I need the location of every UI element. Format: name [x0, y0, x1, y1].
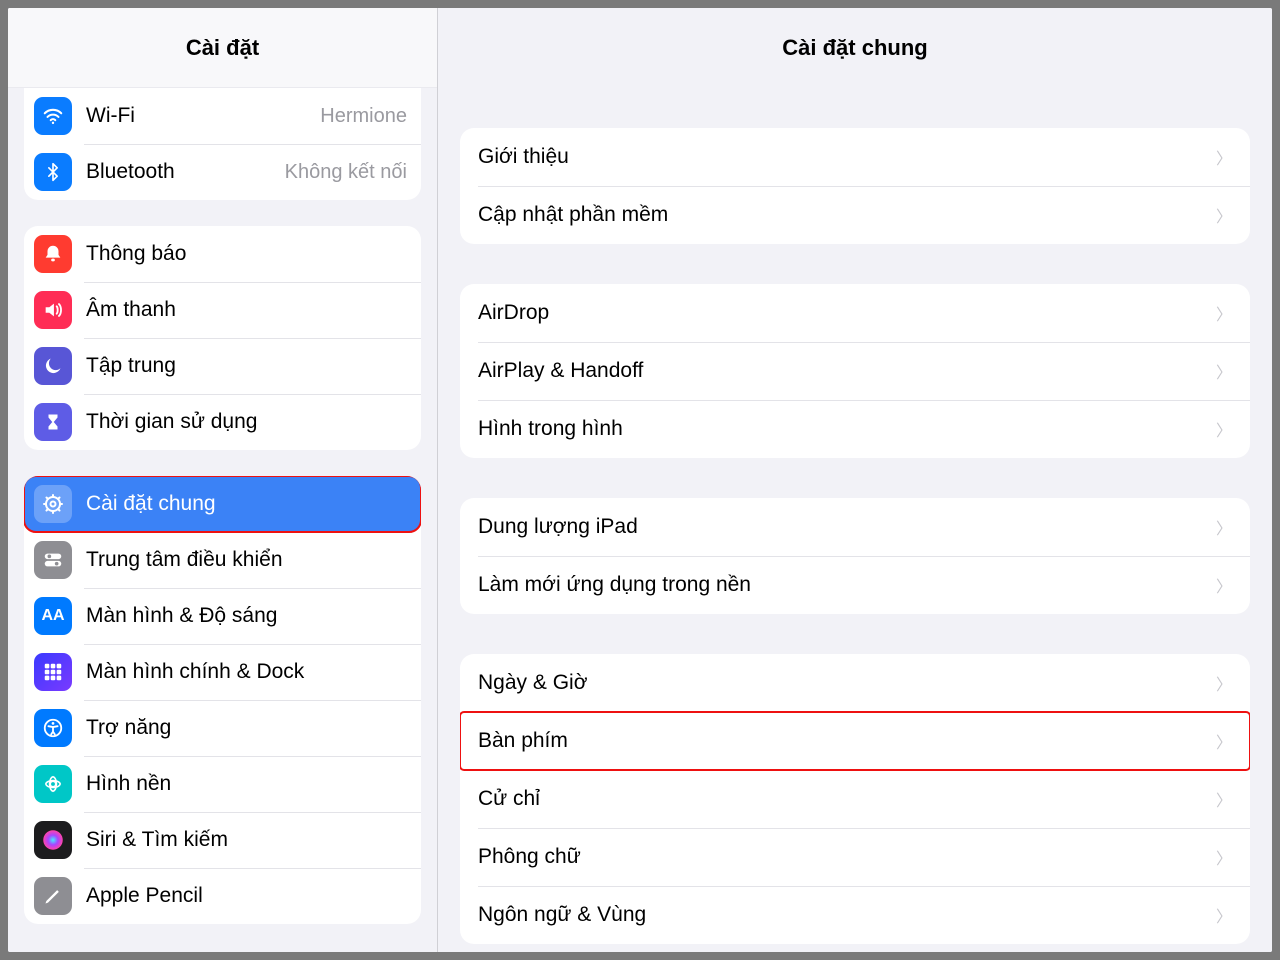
pencil-icon	[34, 877, 72, 915]
sidebar-item-siri[interactable]: Siri & Tìm kiếm	[24, 812, 421, 868]
sidebar-item-homescreen[interactable]: Màn hình chính & Dock	[24, 644, 421, 700]
chevron-right-icon: 〉	[1216, 729, 1232, 753]
detail-row-label: Hình trong hình	[478, 417, 1216, 441]
detail-row-label: Cử chỉ	[478, 787, 1216, 811]
detail-row-label: AirPlay & Handoff	[478, 359, 1216, 383]
detail-row-about[interactable]: Giới thiệu 〉	[460, 128, 1250, 186]
sidebar-item-label: Trung tâm điều khiển	[86, 548, 407, 572]
detail-row-label: Cập nhật phần mềm	[478, 203, 1216, 227]
detail-header: Cài đặt chung	[438, 8, 1272, 88]
sidebar-item-label: Bluetooth	[86, 160, 285, 184]
aa-icon: AA	[34, 597, 72, 635]
sidebar-title: Cài đặt	[186, 35, 259, 61]
sidebar-scroll[interactable]: Wi-Fi Hermione Bluetooth Không kết nối	[8, 88, 437, 952]
settings-sidebar: Cài đặt Wi-Fi Hermione Bluetooth Không	[8, 8, 438, 952]
sidebar-item-label: Thông báo	[86, 242, 407, 266]
sidebar-item-label: Màn hình chính & Dock	[86, 660, 407, 684]
sidebar-item-sounds[interactable]: Âm thanh	[24, 282, 421, 338]
sidebar-item-wifi[interactable]: Wi-Fi Hermione	[24, 88, 421, 144]
gear-icon	[34, 485, 72, 523]
sidebar-item-bluetooth[interactable]: Bluetooth Không kết nối	[24, 144, 421, 200]
sidebar-item-value: Không kết nối	[285, 161, 407, 184]
sidebar-item-label: Màn hình & Độ sáng	[86, 604, 407, 628]
chevron-right-icon: 〉	[1216, 903, 1232, 927]
detail-group-datetime: Ngày & Giờ 〉 Bàn phím 〉 Cử chỉ 〉 Phông c…	[460, 654, 1250, 944]
detail-row-keyboard[interactable]: Bàn phím 〉	[460, 712, 1250, 770]
sidebar-group-general: Cài đặt chung Trung tâm điều khiển AA Mà…	[24, 476, 421, 924]
sidebar-item-label: Trợ năng	[86, 716, 407, 740]
sidebar-item-label: Thời gian sử dụng	[86, 410, 407, 434]
detail-scroll[interactable]: Giới thiệu 〉 Cập nhật phần mềm 〉 AirDrop…	[438, 88, 1272, 952]
detail-group-about: Giới thiệu 〉 Cập nhật phần mềm 〉	[460, 128, 1250, 244]
chevron-right-icon: 〉	[1216, 203, 1232, 227]
detail-row-label: Ngày & Giờ	[478, 671, 1216, 695]
chevron-right-icon: 〉	[1216, 573, 1232, 597]
sidebar-item-label: Âm thanh	[86, 298, 407, 322]
sidebar-group-alerts: Thông báo Âm thanh Tập trung	[24, 226, 421, 450]
chevron-right-icon: 〉	[1216, 301, 1232, 325]
chevron-right-icon: 〉	[1216, 359, 1232, 383]
sidebar-item-focus[interactable]: Tập trung	[24, 338, 421, 394]
bell-icon	[34, 235, 72, 273]
sidebar-group-connectivity: Wi-Fi Hermione Bluetooth Không kết nối	[24, 88, 421, 200]
detail-group-storage: Dung lượng iPad 〉 Làm mới ứng dụng trong…	[460, 498, 1250, 614]
sidebar-item-label: Apple Pencil	[86, 884, 407, 908]
detail-row-airdrop[interactable]: AirDrop 〉	[460, 284, 1250, 342]
detail-row-background-refresh[interactable]: Làm mới ứng dụng trong nền 〉	[460, 556, 1250, 614]
detail-row-pip[interactable]: Hình trong hình 〉	[460, 400, 1250, 458]
sidebar-item-general[interactable]: Cài đặt chung	[24, 476, 421, 532]
detail-pane: Cài đặt chung Giới thiệu 〉 Cập nhật phần…	[438, 8, 1272, 952]
chevron-right-icon: 〉	[1216, 787, 1232, 811]
detail-row-label: Làm mới ứng dụng trong nền	[478, 573, 1216, 597]
sidebar-header: Cài đặt	[8, 8, 437, 88]
settings-split-view: Cài đặt Wi-Fi Hermione Bluetooth Không	[8, 8, 1272, 952]
detail-group-air: AirDrop 〉 AirPlay & Handoff 〉 Hình trong…	[460, 284, 1250, 458]
detail-title: Cài đặt chung	[782, 35, 927, 61]
wifi-icon	[34, 97, 72, 135]
sidebar-item-screentime[interactable]: Thời gian sử dụng	[24, 394, 421, 450]
sidebar-item-label: Wi-Fi	[86, 104, 320, 128]
sidebar-item-notifications[interactable]: Thông báo	[24, 226, 421, 282]
sidebar-item-value: Hermione	[320, 105, 407, 128]
detail-row-software-update[interactable]: Cập nhật phần mềm 〉	[460, 186, 1250, 244]
accessibility-icon	[34, 709, 72, 747]
moon-icon	[34, 347, 72, 385]
chevron-right-icon: 〉	[1216, 417, 1232, 441]
sidebar-item-wallpaper[interactable]: Hình nền	[24, 756, 421, 812]
sidebar-item-accessibility[interactable]: Trợ năng	[24, 700, 421, 756]
chevron-right-icon: 〉	[1216, 515, 1232, 539]
detail-row-label: Giới thiệu	[478, 145, 1216, 169]
wallpaper-icon	[34, 765, 72, 803]
chevron-right-icon: 〉	[1216, 845, 1232, 869]
sidebar-item-control-center[interactable]: Trung tâm điều khiển	[24, 532, 421, 588]
detail-row-label: Bàn phím	[478, 729, 1216, 753]
detail-row-label: Ngôn ngữ & Vùng	[478, 903, 1216, 927]
chevron-right-icon: 〉	[1216, 671, 1232, 695]
hourglass-icon	[34, 403, 72, 441]
detail-row-label: Dung lượng iPad	[478, 515, 1216, 539]
detail-row-gestures[interactable]: Cử chỉ 〉	[460, 770, 1250, 828]
sidebar-item-label: Hình nền	[86, 772, 407, 796]
bluetooth-icon	[34, 153, 72, 191]
toggles-icon	[34, 541, 72, 579]
sidebar-item-apple-pencil[interactable]: Apple Pencil	[24, 868, 421, 924]
detail-row-language[interactable]: Ngôn ngữ & Vùng 〉	[460, 886, 1250, 944]
sidebar-item-label: Tập trung	[86, 354, 407, 378]
chevron-right-icon: 〉	[1216, 145, 1232, 169]
sidebar-item-label: Cài đặt chung	[86, 492, 407, 516]
sidebar-item-label: Siri & Tìm kiếm	[86, 828, 407, 852]
detail-row-storage[interactable]: Dung lượng iPad 〉	[460, 498, 1250, 556]
detail-row-airplay[interactable]: AirPlay & Handoff 〉	[460, 342, 1250, 400]
detail-row-label: Phông chữ	[478, 845, 1216, 869]
detail-row-label: AirDrop	[478, 301, 1216, 325]
detail-row-fonts[interactable]: Phông chữ 〉	[460, 828, 1250, 886]
sidebar-item-display[interactable]: AA Màn hình & Độ sáng	[24, 588, 421, 644]
home-icon	[34, 653, 72, 691]
speaker-icon	[34, 291, 72, 329]
detail-row-datetime[interactable]: Ngày & Giờ 〉	[460, 654, 1250, 712]
siri-icon	[34, 821, 72, 859]
